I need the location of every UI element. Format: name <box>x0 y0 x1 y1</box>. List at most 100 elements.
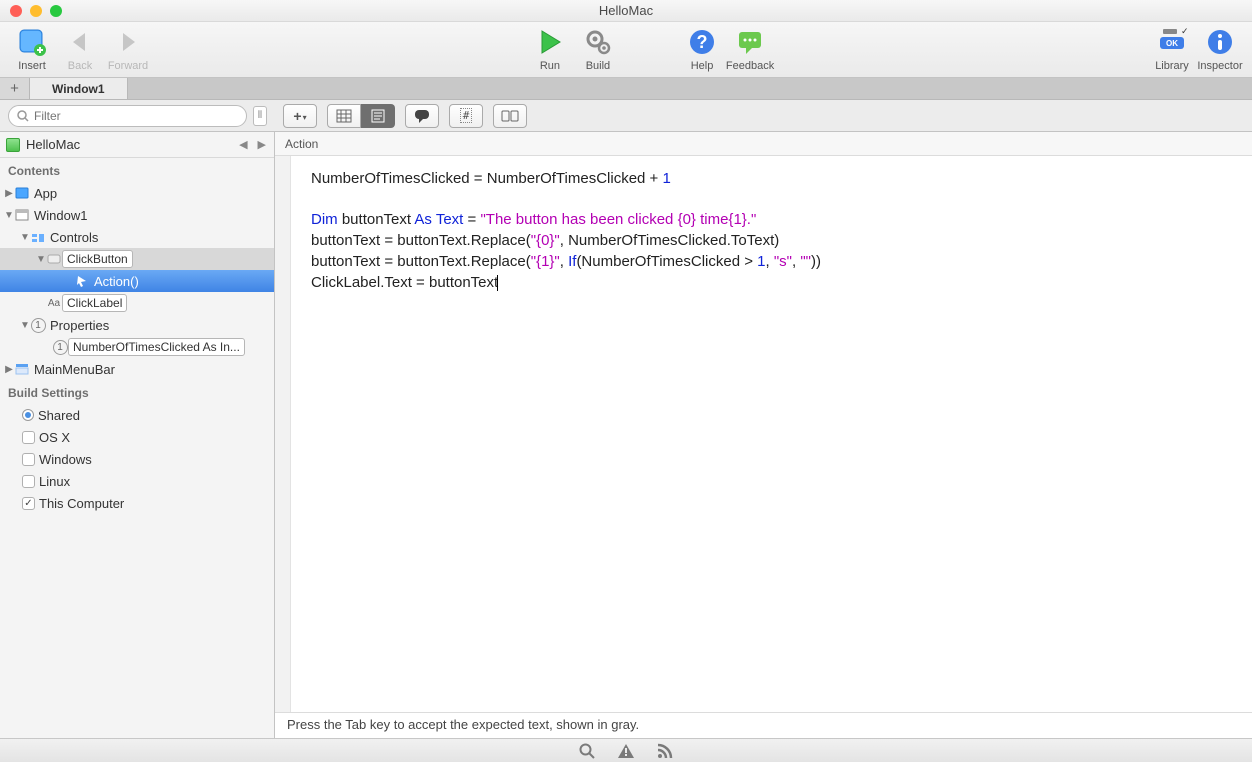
editor-hint: Press the Tab key to accept the expected… <box>275 712 1252 738</box>
nav-back-icon[interactable]: ◀ <box>237 138 249 151</box>
hash-icon: # <box>460 108 473 123</box>
breadcrumb[interactable]: Action <box>275 132 1252 156</box>
checkbox[interactable] <box>22 497 35 510</box>
status-bar <box>0 738 1252 762</box>
tree-thiscomputer[interactable]: This Computer <box>0 492 274 514</box>
help-button[interactable]: ? Help <box>678 26 726 72</box>
tree-label: Properties <box>46 318 109 333</box>
insert-button[interactable]: Insert <box>8 26 56 72</box>
back-icon <box>64 26 96 58</box>
code-string: "{0}" <box>531 232 560 249</box>
tree-mainmenubar[interactable]: ▶ MainMenuBar <box>0 358 274 380</box>
run-button[interactable]: Run <box>526 26 574 72</box>
tree-label: NumberOfTimesClicked As In... <box>68 338 245 356</box>
app-icon <box>14 185 30 201</box>
text-caret <box>497 275 498 291</box>
tree-windows[interactable]: Windows <box>0 448 274 470</box>
tree-label: Controls <box>46 230 98 245</box>
code-editor[interactable]: NumberOfTimesClicked = NumberOfTimesClic… <box>275 156 1252 712</box>
code-number: 1 <box>662 170 670 187</box>
inspector-button[interactable]: Inspector <box>1196 26 1244 72</box>
code-keyword: As <box>414 211 432 228</box>
view-mode-group <box>327 104 395 128</box>
tree-action[interactable]: Action() <box>0 270 274 292</box>
code-keyword: Text <box>436 211 464 228</box>
disclosure-icon[interactable]: ▼ <box>20 232 30 243</box>
comment-button[interactable] <box>405 104 439 128</box>
tree-label: ClickButton <box>62 250 133 268</box>
columns-button[interactable]: ⦀ <box>253 106 267 126</box>
rss-icon[interactable] <box>657 743 673 759</box>
project-icon <box>6 138 20 152</box>
tree-properties[interactable]: ▼ 1 Properties <box>0 314 274 336</box>
svg-text:OK: OK <box>1166 39 1178 48</box>
tree-label: Shared <box>34 408 80 423</box>
search-icon[interactable] <box>579 743 595 759</box>
snippets-button[interactable] <box>493 104 527 128</box>
button-icon <box>46 251 62 267</box>
disclosure-icon[interactable]: ▶ <box>4 364 14 375</box>
tree-label: Windows <box>35 452 92 467</box>
grid-icon <box>336 109 352 123</box>
insert-label: Insert <box>18 60 46 72</box>
tree-linux[interactable]: Linux <box>0 470 274 492</box>
tree-app[interactable]: ▶ App <box>0 182 274 204</box>
add-menu-button[interactable]: +▾ <box>283 104 317 128</box>
label-icon: Aa <box>46 295 62 311</box>
build-button[interactable]: Build <box>574 26 622 72</box>
code-string: "" <box>800 253 811 270</box>
tree-label: This Computer <box>35 496 124 511</box>
filter-field[interactable] <box>8 105 247 127</box>
event-icon <box>74 273 90 289</box>
contents-header: Contents <box>0 158 274 182</box>
tree-label: OS X <box>35 430 70 445</box>
snippets-icon <box>501 110 519 122</box>
library-button[interactable]: ✓OK Library <box>1148 26 1196 72</box>
menubar-icon <box>14 361 30 377</box>
run-label: Run <box>540 60 560 72</box>
code-text: , <box>560 253 568 270</box>
tree-label: Window1 <box>30 208 87 223</box>
disclosure-icon[interactable]: ▼ <box>4 210 14 221</box>
insert-icon <box>16 26 48 58</box>
tree-clickbutton[interactable]: ▼ ClickButton <box>0 248 274 270</box>
tab-window1[interactable]: Window1 <box>30 78 128 99</box>
code-string: "s" <box>774 253 792 270</box>
build-label: Build <box>586 60 610 72</box>
code-text: , <box>766 253 774 270</box>
radio-icon <box>22 409 34 421</box>
tree-osx[interactable]: OS X <box>0 426 274 448</box>
view-layout-button[interactable] <box>327 104 361 128</box>
disclosure-icon[interactable]: ▶ <box>4 188 14 199</box>
checkbox[interactable] <box>22 431 35 444</box>
tree-clicklabel[interactable]: Aa ClickLabel <box>0 292 274 314</box>
tree-shared[interactable]: Shared <box>0 404 274 426</box>
project-row[interactable]: HelloMac ◀ ▶ <box>0 132 274 158</box>
feedback-button[interactable]: Feedback <box>726 26 774 72</box>
disclosure-icon[interactable]: ▼ <box>36 254 46 265</box>
back-button[interactable]: Back <box>56 26 104 72</box>
run-icon <box>534 26 566 58</box>
code-text: , NumberOfTimesClicked.ToText) <box>560 232 780 249</box>
property-icon: 1 <box>52 339 68 355</box>
code-text: buttonText = buttonText.Replace( <box>311 232 531 249</box>
warning-icon[interactable] <box>617 743 635 759</box>
filter-input[interactable] <box>34 109 238 123</box>
feedback-label: Feedback <box>726 60 774 72</box>
nav-fwd-icon[interactable]: ▶ <box>256 138 268 151</box>
code-text: (NumberOfTimesClicked > <box>576 253 757 270</box>
tree-prop-item[interactable]: 1 NumberOfTimesClicked As In... <box>0 336 274 358</box>
svg-text:?: ? <box>697 32 708 52</box>
hash-button[interactable]: # <box>449 104 483 128</box>
view-code-button[interactable] <box>361 104 395 128</box>
new-tab-button[interactable]: + <box>0 78 30 99</box>
code-text: buttonText = buttonText.Replace( <box>311 253 531 270</box>
code-text: )) <box>811 253 821 270</box>
checkbox[interactable] <box>22 475 35 488</box>
tree-controls[interactable]: ▼ Controls <box>0 226 274 248</box>
tree-window1[interactable]: ▼ Window1 <box>0 204 274 226</box>
checkbox[interactable] <box>22 453 35 466</box>
forward-button[interactable]: Forward <box>104 26 152 72</box>
tree-label: MainMenuBar <box>30 362 115 377</box>
disclosure-icon[interactable]: ▼ <box>20 320 30 331</box>
